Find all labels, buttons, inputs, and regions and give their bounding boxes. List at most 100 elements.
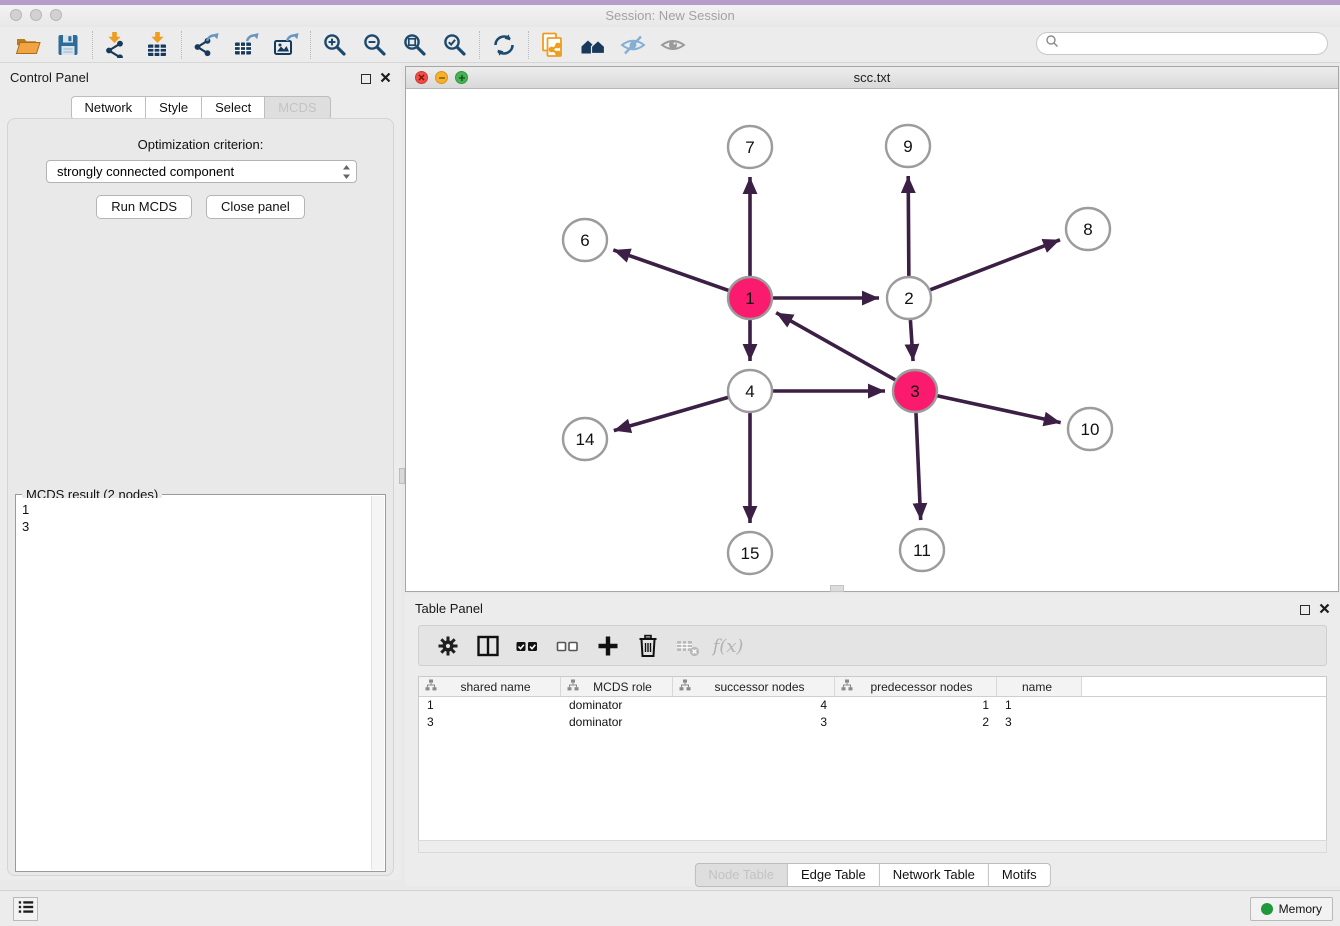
graph-node-15[interactable]: 15 xyxy=(728,532,772,574)
table-cell[interactable]: dominator xyxy=(561,697,673,714)
network-minimize-button[interactable] xyxy=(435,71,448,84)
graph-canvas[interactable]: 7 9 6 8 1 2 4 3 14 10 15 11 xyxy=(406,89,1338,591)
network-zoom-button[interactable] xyxy=(455,71,468,84)
graph-node-label: 9 xyxy=(903,137,912,156)
unselect-all-icon[interactable] xyxy=(551,630,584,662)
table-cell[interactable]: 1 xyxy=(997,697,1082,714)
hide-selected-icon[interactable] xyxy=(613,29,653,61)
run-mcds-button[interactable]: Run MCDS xyxy=(96,195,192,219)
criterion-dropdown[interactable]: strongly connected component xyxy=(46,160,357,183)
gear-icon[interactable] xyxy=(431,630,464,662)
graph-node-2[interactable]: 2 xyxy=(887,277,931,319)
delete-column-icon[interactable] xyxy=(631,630,664,662)
table-horizontal-scrollbar[interactable] xyxy=(418,840,1327,853)
column-header-mcds-role[interactable]: MCDS role xyxy=(561,677,673,696)
graph-node-14[interactable]: 14 xyxy=(563,418,607,460)
import-network-icon[interactable] xyxy=(97,29,137,61)
network-window-controls[interactable] xyxy=(415,71,468,84)
tab-style[interactable]: Style xyxy=(146,96,202,120)
graph-node-7[interactable]: 7 xyxy=(728,126,772,168)
close-panel-button[interactable]: Close panel xyxy=(206,195,305,219)
table-cell[interactable]: 1 xyxy=(419,697,561,714)
search-field[interactable] xyxy=(1036,32,1328,55)
graph-edge-3-1[interactable] xyxy=(776,313,896,380)
table-tab-edge-table[interactable]: Edge Table xyxy=(788,863,880,887)
app-window-controls[interactable] xyxy=(10,9,62,21)
table-tab-node-table[interactable]: Node Table xyxy=(694,863,788,887)
graph-node-10[interactable]: 10 xyxy=(1068,408,1112,450)
graph-node-4[interactable]: 4 xyxy=(728,370,772,412)
graph-edge-2-9[interactable] xyxy=(908,176,909,276)
graph-edge-2-8[interactable] xyxy=(930,240,1060,290)
graph-edge-3-11[interactable] xyxy=(916,413,921,520)
graph-edge-2-3[interactable] xyxy=(910,320,913,361)
table-cell[interactable]: dominator xyxy=(561,714,673,731)
refresh-icon[interactable] xyxy=(484,29,524,61)
table-cell[interactable]: 3 xyxy=(997,714,1082,731)
network-close-button[interactable] xyxy=(415,71,428,84)
graph-node-9[interactable]: 9 xyxy=(886,125,930,167)
app-close-button[interactable] xyxy=(10,9,22,21)
column-header-predecessor-nodes[interactable]: predecessor nodes xyxy=(835,677,997,696)
export-table-icon[interactable] xyxy=(226,29,266,61)
network-window-titlebar[interactable]: scc.txt xyxy=(406,67,1338,89)
table-row[interactable]: 3dominator323 xyxy=(419,714,1326,731)
graph-edge-3-10[interactable] xyxy=(936,396,1060,423)
open-file-icon[interactable] xyxy=(8,29,48,61)
vertical-splitter-handle[interactable] xyxy=(399,468,405,484)
table-cell[interactable]: 4 xyxy=(673,697,835,714)
add-column-icon[interactable] xyxy=(591,630,624,662)
table-cell[interactable]: 3 xyxy=(673,714,835,731)
graph-node-3[interactable]: 3 xyxy=(893,370,937,412)
fx-icon: f(x) xyxy=(711,630,744,662)
graph-edge-4-14[interactable] xyxy=(614,397,729,430)
export-network-icon[interactable] xyxy=(186,29,226,61)
network-from-selection-icon[interactable] xyxy=(533,29,573,61)
control-panel-close-icon[interactable] xyxy=(380,70,391,88)
zoom-fit-icon[interactable] xyxy=(395,29,435,61)
status-bar: Memory xyxy=(0,890,1340,926)
control-panel-float-icon[interactable] xyxy=(361,74,371,84)
column-header-shared-name[interactable]: shared name xyxy=(419,677,561,696)
table-tab-network-table[interactable]: Network Table xyxy=(880,863,989,887)
select-all-icon[interactable] xyxy=(511,630,544,662)
table-panel-close-icon[interactable] xyxy=(1319,601,1330,619)
mcds-result-scrollbar[interactable] xyxy=(371,496,384,870)
optimization-criterion-label: Optimization criterion: xyxy=(8,137,393,152)
table-cell[interactable]: 3 xyxy=(419,714,561,731)
split-view-icon[interactable] xyxy=(471,630,504,662)
graph-node-8[interactable]: 8 xyxy=(1066,208,1110,250)
node-table-header[interactable]: shared nameMCDS rolesuccessor nodesprede… xyxy=(419,677,1326,697)
horizontal-splitter-handle[interactable] xyxy=(830,585,844,592)
search-input[interactable] xyxy=(1063,35,1327,53)
table-row[interactable]: 1dominator411 xyxy=(419,697,1326,714)
graph-node-11[interactable]: 11 xyxy=(900,529,944,571)
graph-node-1[interactable]: 1 xyxy=(728,277,772,319)
save-session-icon[interactable] xyxy=(48,29,88,61)
app-minimize-button[interactable] xyxy=(30,9,42,21)
app-zoom-button[interactable] xyxy=(50,9,62,21)
show-all-icon[interactable] xyxy=(653,29,693,61)
zoom-selected-icon[interactable] xyxy=(435,29,475,61)
mcds-panel: Optimization criterion: strongly connect… xyxy=(7,118,394,876)
column-header-successor-nodes[interactable]: successor nodes xyxy=(673,677,835,696)
tab-select[interactable]: Select xyxy=(202,96,265,120)
node-table[interactable]: shared nameMCDS rolesuccessor nodesprede… xyxy=(418,676,1327,840)
houses-icon[interactable] xyxy=(573,29,613,61)
table-tab-motifs[interactable]: Motifs xyxy=(989,863,1051,887)
task-history-button[interactable] xyxy=(13,897,38,921)
table-cell[interactable]: 1 xyxy=(835,697,997,714)
export-image-icon[interactable] xyxy=(266,29,306,61)
table-cell[interactable]: 2 xyxy=(835,714,997,731)
column-header-name[interactable]: name xyxy=(997,677,1082,696)
import-table-icon[interactable] xyxy=(137,29,177,61)
tab-mcds[interactable]: MCDS xyxy=(265,96,330,120)
memory-button[interactable]: Memory xyxy=(1250,897,1333,921)
graph-node-6[interactable]: 6 xyxy=(563,219,607,261)
search-icon xyxy=(1045,34,1059,53)
tab-network[interactable]: Network xyxy=(70,96,146,120)
zoom-out-icon[interactable] xyxy=(355,29,395,61)
zoom-in-icon[interactable] xyxy=(315,29,355,61)
graph-edge-1-6[interactable] xyxy=(613,250,729,291)
table-panel-float-icon[interactable] xyxy=(1300,605,1310,615)
